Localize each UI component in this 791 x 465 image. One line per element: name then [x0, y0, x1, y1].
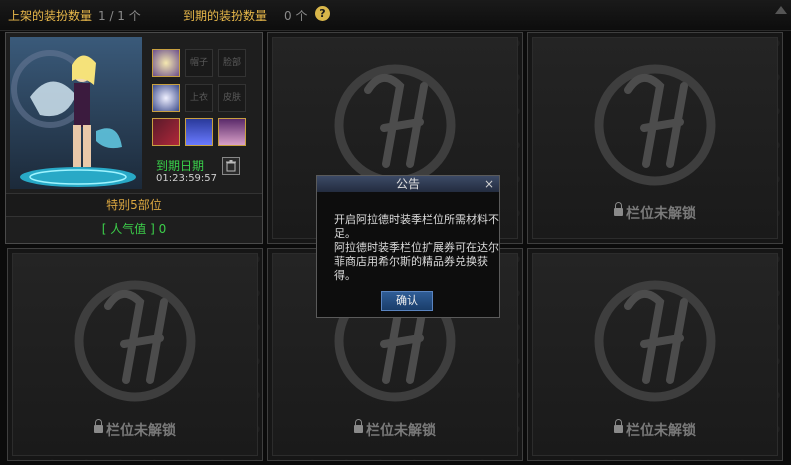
expired-count-value: 0 个 [284, 9, 308, 23]
dialog-line-2: 阿拉德时装季栏位扩展券可在达尔菲商店用希尔斯的精品券兑换获得。 [334, 241, 499, 282]
trash-icon[interactable] [222, 157, 240, 175]
locked-slot[interactable]: 栏位未解锁 [527, 32, 783, 244]
locked-label: 栏位未解锁 [268, 419, 522, 440]
dialog-title: 公告 [317, 176, 499, 192]
equip-waist-slot[interactable] [152, 118, 180, 146]
popularity-value: [ 人气值 ] 0 [101, 222, 167, 236]
collapse-arrow-icon[interactable] [775, 6, 787, 14]
character-portrait [10, 37, 142, 189]
locked-slot[interactable]: 栏位未解锁 [7, 248, 263, 461]
avatar-slot-occupied[interactable]: 帽子 脸部 上衣 皮肤 到期日期 01:23:59:57 特别5部位 [ 人气值… [5, 32, 263, 244]
listed-count-label: 上架的装扮数量 [8, 9, 93, 23]
slot-name: 特别5部位 [6, 193, 262, 217]
help-icon[interactable]: ? [315, 6, 330, 21]
emblem-icon [334, 64, 456, 186]
emblem-icon [74, 280, 196, 402]
close-icon[interactable]: × [484, 176, 494, 192]
notice-dialog: 公告 × 开启阿拉德时装季栏位所需材料不足。 阿拉德时装季栏位扩展券可在达尔菲商… [316, 175, 500, 318]
locked-label: 栏位未解锁 [528, 202, 782, 223]
emblem-icon [594, 64, 716, 186]
equip-pants-slot[interactable] [185, 118, 213, 146]
lock-icon [614, 419, 623, 433]
equip-hair-slot[interactable] [152, 49, 180, 77]
lock-icon [614, 202, 623, 216]
listed-count-value: 1 / 1 个 [98, 9, 141, 23]
confirm-button[interactable]: 确认 [381, 291, 433, 311]
locked-label: 栏位未解锁 [8, 419, 262, 440]
equip-hat-slot[interactable]: 帽子 [185, 49, 213, 77]
locked-slot[interactable]: 栏位未解锁 [527, 248, 783, 461]
lock-icon [94, 419, 103, 433]
expire-date-label: 到期日期 [156, 159, 205, 173]
lock-icon [354, 419, 363, 433]
equip-face-slot[interactable]: 脸部 [218, 49, 246, 77]
dialog-message: 开启阿拉德时装季栏位所需材料不足。 阿拉德时装季栏位扩展券可在达尔菲商店用希尔斯… [334, 213, 499, 283]
equip-shoes-slot[interactable] [218, 118, 246, 146]
equip-top-slot[interactable]: 上衣 [185, 84, 213, 112]
locked-label: 栏位未解锁 [528, 419, 782, 440]
expired-count-label: 到期的装扮数量 [183, 9, 268, 23]
equip-neck-slot[interactable] [152, 84, 180, 112]
emblem-icon [594, 280, 716, 402]
equip-skin-slot[interactable]: 皮肤 [218, 84, 246, 112]
expire-time: 01:23:59:57 [156, 173, 218, 184]
top-bar: 上架的装扮数量 1 / 1 个 到期的装扮数量 0 个 ? [0, 0, 791, 31]
dialog-line-1: 开启阿拉德时装季栏位所需材料不足。 [334, 213, 499, 240]
